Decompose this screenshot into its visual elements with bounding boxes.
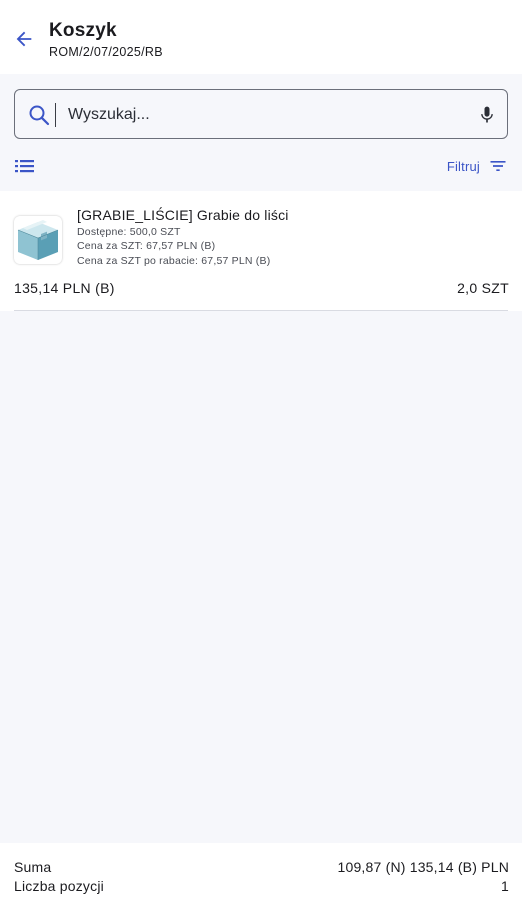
cart-list: [GRABIE_LIŚCIE] Grabie do liści Dostępne… (0, 191, 522, 843)
sum-label: Suma (14, 859, 52, 875)
product-thumbnail (14, 216, 62, 264)
back-button[interactable] (10, 25, 38, 53)
product-name: [GRABIE_LIŚCIE] Grabie do liści (77, 207, 289, 223)
item-count-label: Liczba pozycji (14, 878, 104, 894)
search-box[interactable] (14, 89, 508, 139)
search-input[interactable] (68, 102, 468, 128)
search-toolbar-area: Filtruj (0, 74, 522, 191)
page-title: Koszyk (49, 20, 117, 41)
search-icon (29, 105, 50, 126)
list-view-button[interactable] (14, 156, 36, 176)
mic-icon[interactable] (477, 104, 497, 126)
item-quantity: 2,0 SZT (457, 280, 509, 296)
item-divider (14, 310, 508, 311)
filter-icon (490, 161, 506, 171)
cart-item[interactable]: [GRABIE_LIŚCIE] Grabie do liści Dostępne… (0, 191, 522, 311)
arrow-back-icon (16, 31, 32, 47)
product-unit-price: Cena za SZT: 67,57 PLN (B) (77, 240, 216, 252)
product-discounted-price: Cena za SZT po rabacie: 67,57 PLN (B) (77, 255, 271, 267)
item-count-value: 1 (501, 878, 509, 894)
filter-label: Filtruj (446, 158, 480, 174)
search-divider (55, 103, 56, 127)
document-number: ROM/2/07/2025/RB (49, 45, 163, 59)
product-availability: Dostępne: 500,0 SZT (77, 226, 181, 238)
list-view-icon (15, 160, 34, 173)
cart-summary-footer: Suma 109,87 (N) 135,14 (B) PLN Liczba po… (0, 843, 522, 906)
product-box-icon (17, 220, 59, 260)
sum-value: 109,87 (N) 135,14 (B) PLN (337, 859, 509, 875)
filter-button[interactable]: Filtruj (447, 156, 508, 176)
item-total: 135,14 PLN (B) (14, 280, 115, 296)
top-app-bar: Koszyk ROM/2/07/2025/RB (0, 0, 522, 74)
